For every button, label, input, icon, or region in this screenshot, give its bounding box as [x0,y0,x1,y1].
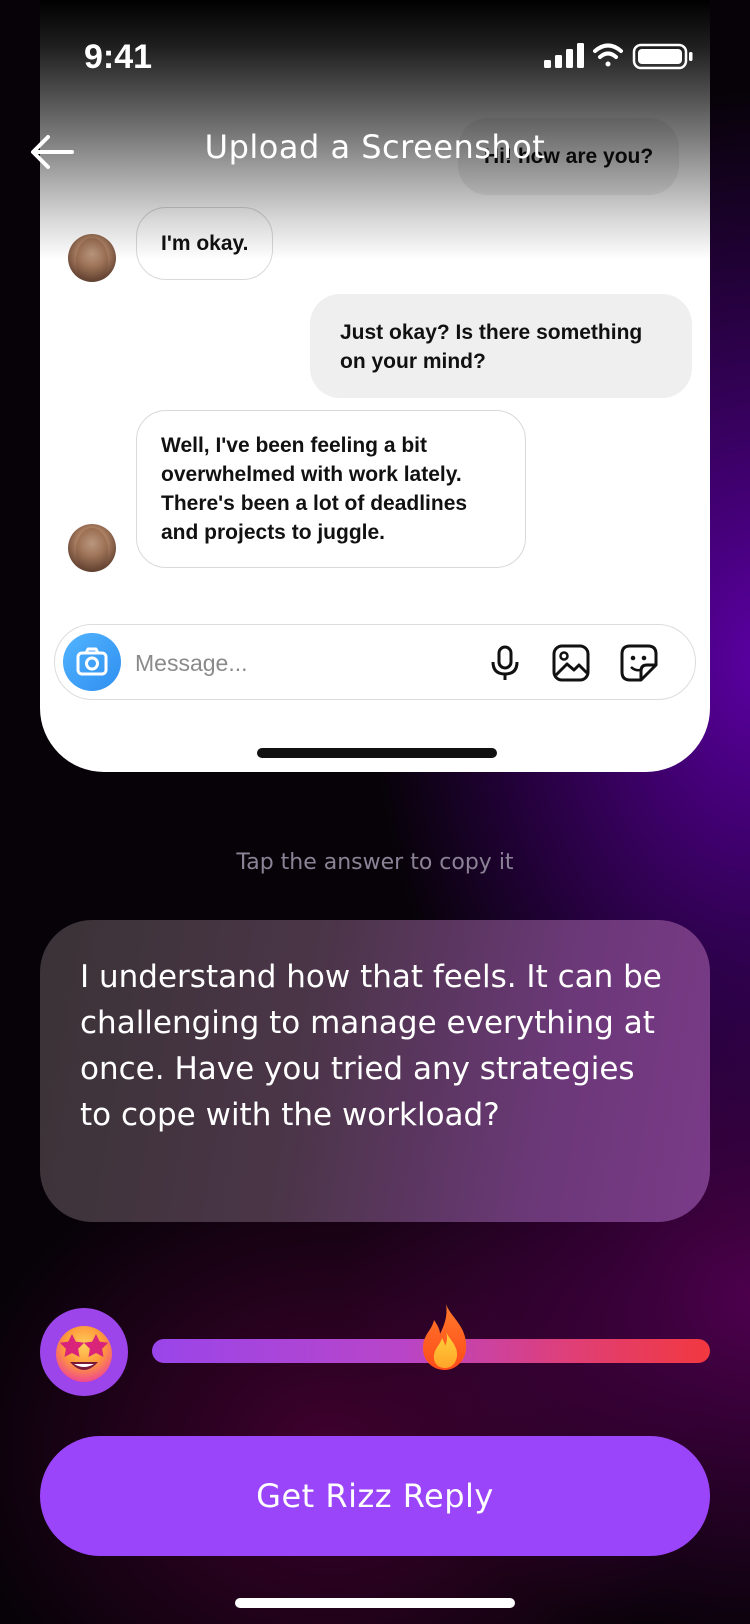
home-indicator [235,1598,515,1608]
fire-icon[interactable] [418,1302,472,1372]
screenshot-home-indicator [257,748,497,758]
status-icons [544,43,693,70]
camera-icon [76,647,108,676]
message-input[interactable] [135,643,465,683]
copy-hint: Tap the answer to copy it [236,850,514,875]
page-title: Upload a Screenshot [204,128,546,166]
message-bubble-incoming: Well, I've been feeling a bit overwhelme… [136,410,526,568]
back-arrow-icon[interactable] [28,128,76,176]
message-composer [54,624,696,700]
emoji-button[interactable] [40,1308,128,1396]
camera-button[interactable] [63,633,121,691]
cellular-signal-icon [544,43,584,68]
battery-icon [632,43,693,70]
status-time: 9:41 [84,38,153,76]
answer-card[interactable]: I understand how that feels. It can be c… [40,920,710,1222]
wifi-icon [593,43,623,67]
message-bubble-incoming: I'm okay. [136,207,274,280]
screenshot-preview: Hi! how are you? I'm okay. Just okay? Is… [40,0,710,772]
contact-avatar [68,234,116,282]
star-struck-icon [56,1326,112,1382]
microphone-icon[interactable] [485,643,525,683]
sticker-icon[interactable] [619,643,659,683]
image-icon[interactable] [551,643,591,683]
message-bubble-outgoing: Just okay? Is there something on your mi… [310,294,692,398]
get-rizz-reply-button[interactable]: Get Rizz Reply [40,1436,710,1556]
contact-avatar [68,524,116,572]
